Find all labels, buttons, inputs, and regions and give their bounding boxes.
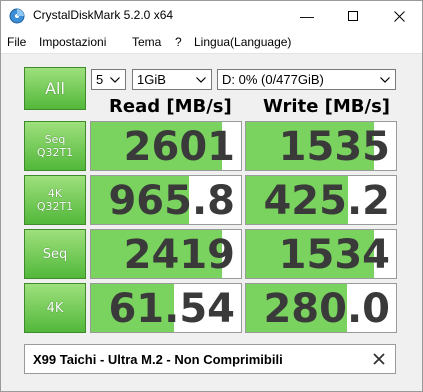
comment-text: X99 Taichi - Ultra M.2 - Non Comprimibil…	[33, 352, 283, 367]
write-result-4k-q32t1: 425.2	[245, 175, 397, 225]
row-label-line1: Seq	[42, 246, 68, 262]
all-button[interactable]: All	[24, 67, 86, 110]
read-value: 965.8	[108, 178, 235, 224]
drive-value: D: 0% (0/477GiB)	[222, 72, 324, 87]
write-value: 280.0	[263, 286, 390, 332]
read-value: 2601	[123, 124, 235, 170]
dropdown-arrow-icon	[194, 71, 208, 88]
read-result-4k: 61.54	[90, 283, 242, 333]
read-value: 2419	[123, 232, 235, 278]
write-result-seq: 1534	[245, 229, 397, 279]
menu-help[interactable]: ?	[175, 35, 182, 49]
drive-select[interactable]: D: 0% (0/477GiB)	[217, 69, 396, 90]
close-icon	[373, 353, 385, 365]
row-label-line1: 4K	[47, 187, 63, 200]
write-result-seq-q32t1: 1535	[245, 121, 397, 171]
close-window-button[interactable]	[376, 1, 422, 31]
test-size-select[interactable]: 1GiB	[132, 69, 212, 90]
write-value: 1535	[278, 124, 390, 170]
main-panel: All 5 1GiB D: 0% (0/477GiB) Read [MB/s] …	[1, 54, 422, 391]
write-value: 1534	[278, 232, 390, 278]
maximize-icon	[348, 11, 358, 21]
row-label-line1: Seq	[44, 133, 66, 146]
menu-file[interactable]: File	[7, 35, 26, 49]
comment-field[interactable]: X99 Taichi - Ultra M.2 - Non Comprimibil…	[24, 344, 396, 374]
read-header: Read [MB/s]	[109, 96, 232, 117]
test-count-select[interactable]: 5	[91, 69, 126, 90]
clear-comment-button[interactable]	[369, 348, 389, 370]
write-result-4k: 280.0	[245, 283, 397, 333]
write-value: 425.2	[263, 178, 390, 224]
maximize-button[interactable]	[330, 1, 376, 31]
menu-settings[interactable]: Impostazioni	[39, 35, 106, 49]
write-header: Write [MB/s]	[263, 96, 391, 117]
row-label-line2: Q32T1	[36, 200, 74, 213]
dropdown-arrow-icon	[108, 71, 122, 88]
test-count-value: 5	[96, 72, 104, 87]
menu-theme[interactable]: Tema	[132, 35, 161, 49]
row-label-4k[interactable]: 4K	[24, 283, 86, 333]
title-bar[interactable]: CrystalDiskMark 5.2.0 x64 —	[1, 1, 422, 31]
row-label-line2: Q32T1	[36, 146, 74, 159]
read-result-seq: 2419	[90, 229, 242, 279]
row-label-line1: 4K	[46, 300, 64, 316]
menu-language[interactable]: Lingua(Language)	[194, 35, 291, 49]
minimize-button[interactable]: —	[284, 1, 330, 31]
app-disk-icon	[9, 8, 25, 24]
app-window: CrystalDiskMark 5.2.0 x64 — File Imposta…	[0, 0, 423, 392]
close-icon	[393, 10, 405, 22]
row-label-4k-q32t1[interactable]: 4K Q32T1	[24, 175, 86, 225]
test-size-value: 1GiB	[137, 72, 166, 87]
row-label-seq-q32t1[interactable]: Seq Q32T1	[24, 121, 86, 171]
window-title: CrystalDiskMark 5.2.0 x64	[33, 8, 174, 22]
dropdown-arrow-icon	[378, 71, 392, 88]
read-value: 61.54	[108, 286, 235, 332]
menu-bar: File Impostazioni Tema ? Lingua(Language…	[1, 31, 422, 54]
read-result-4k-q32t1: 965.8	[90, 175, 242, 225]
read-result-seq-q32t1: 2601	[90, 121, 242, 171]
row-label-seq[interactable]: Seq	[24, 229, 86, 279]
